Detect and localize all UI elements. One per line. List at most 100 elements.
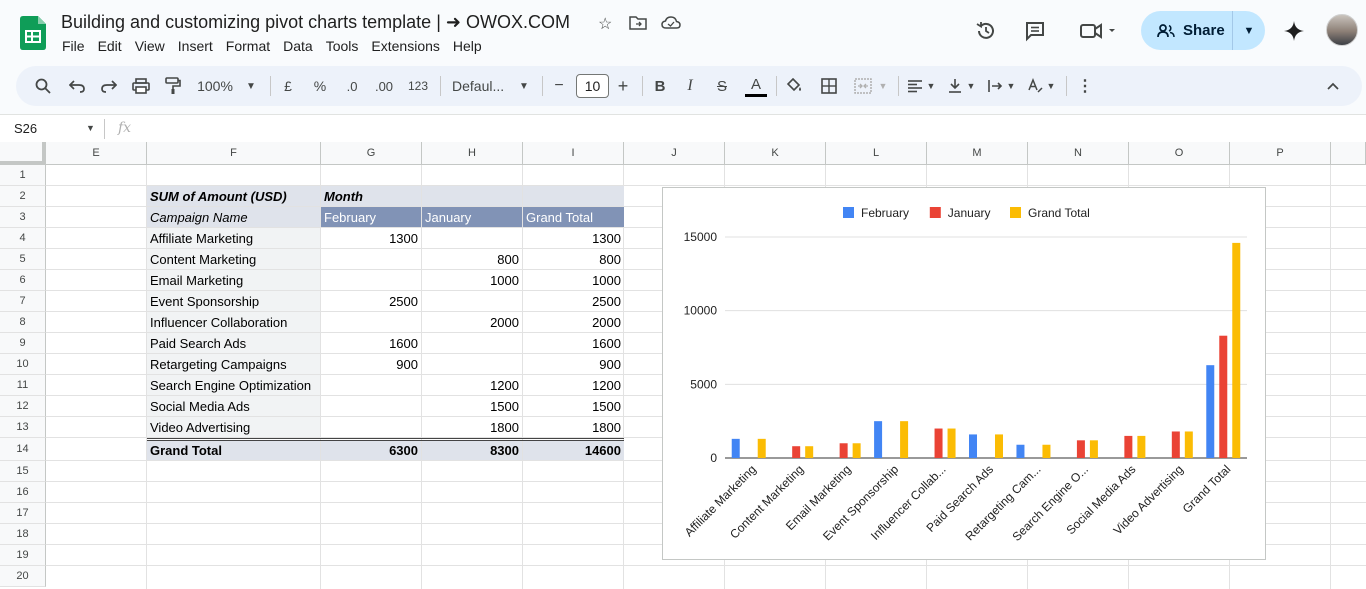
menu-extensions[interactable]: Extensions (371, 38, 445, 54)
pivot-cell-february[interactable]: 1600 (321, 333, 421, 353)
menu-insert[interactable]: Insert (178, 38, 219, 54)
pivot-cell-february[interactable]: 1300 (321, 228, 421, 248)
menu-file[interactable]: File (62, 38, 91, 54)
pivot-cell-total[interactable]: 2500 (523, 291, 624, 311)
column-header-f[interactable]: F (147, 142, 321, 165)
pivot-cell-total[interactable]: 800 (523, 249, 624, 269)
pivot-grand-total-february[interactable]: 6300 (321, 441, 421, 460)
row-header[interactable]: 11 (0, 375, 46, 396)
pivot-cell-january[interactable] (422, 354, 522, 374)
gemini-icon[interactable] (1281, 18, 1307, 44)
decrease-decimal-button[interactable]: .0 (340, 66, 364, 106)
increase-font-size-button[interactable]: + (614, 66, 632, 106)
paint-format-icon[interactable] (162, 66, 184, 106)
pivot-cell-january[interactable]: 1800 (422, 417, 522, 437)
menu-tools[interactable]: Tools (326, 38, 365, 54)
pivot-row-label[interactable]: Retargeting Campaigns (147, 354, 320, 374)
row-header[interactable]: 9 (0, 333, 46, 354)
column-header-p[interactable]: P (1230, 142, 1331, 165)
pivot-col-header-grand-total[interactable]: Grand Total (523, 207, 624, 227)
pivot-cell-february[interactable]: 2500 (321, 291, 421, 311)
cloud-status-icon[interactable] (661, 15, 681, 36)
pivot-row-label[interactable]: Search Engine Optimization (147, 375, 320, 395)
sheets-logo-icon[interactable] (20, 16, 46, 50)
pivot-row-label[interactable]: Video Advertising (147, 417, 320, 437)
row-header[interactable]: 12 (0, 396, 46, 417)
menu-view[interactable]: View (135, 38, 171, 54)
row-header[interactable]: 17 (0, 503, 46, 524)
pivot-cell-total[interactable]: 1600 (523, 333, 624, 353)
pivot-row-label[interactable]: Content Marketing (147, 249, 320, 269)
merge-cells-icon[interactable] (852, 66, 874, 106)
pivot-row-label[interactable]: Influencer Collaboration (147, 312, 320, 332)
star-icon[interactable]: ☆ (598, 14, 612, 34)
pivot-cell-total[interactable]: 1800 (523, 417, 624, 437)
print-icon[interactable] (130, 66, 152, 106)
pivot-row-label[interactable]: Affiliate Marketing (147, 228, 320, 248)
text-rotation-icon[interactable] (1024, 66, 1046, 106)
pivot-cell-january[interactable] (422, 228, 522, 248)
column-header-o[interactable]: O (1129, 142, 1230, 165)
increase-decimal-button[interactable]: .00 (372, 66, 396, 106)
pivot-cell-january[interactable]: 2000 (422, 312, 522, 332)
row-header[interactable]: 4 (0, 228, 46, 249)
column-header-i[interactable]: I (523, 142, 624, 165)
pivot-cell-january[interactable]: 1500 (422, 396, 522, 416)
borders-icon[interactable] (818, 66, 840, 106)
halign-dropdown-icon[interactable]: ▼ (924, 66, 938, 106)
column-header-k[interactable]: K (725, 142, 826, 165)
collapse-toolbar-icon[interactable] (1322, 66, 1344, 106)
pivot-cell-total[interactable]: 1200 (523, 375, 624, 395)
bold-button[interactable]: B (650, 66, 670, 106)
pivot-cell-total[interactable]: 1000 (523, 270, 624, 290)
pivot-row-field[interactable]: Campaign Name (147, 207, 320, 227)
more-formats-button[interactable]: 123 (406, 66, 430, 106)
pivot-col-header-january[interactable]: January (422, 207, 522, 227)
pivot-cell-total[interactable]: 900 (523, 354, 624, 374)
menu-help[interactable]: Help (453, 38, 488, 54)
pivot-cell-january[interactable] (422, 333, 522, 353)
rotation-dropdown-icon[interactable]: ▼ (1044, 66, 1058, 106)
valign-dropdown-icon[interactable]: ▼ (964, 66, 978, 106)
select-all-corner[interactable] (0, 142, 46, 165)
pivot-header-cell[interactable] (422, 186, 522, 206)
column-header-g[interactable]: G (321, 142, 422, 165)
column-header-q[interactable] (1331, 142, 1366, 165)
row-header[interactable]: 16 (0, 482, 46, 503)
zoom-select[interactable]: 100% (194, 66, 236, 106)
merge-dropdown-icon[interactable]: ▼ (876, 66, 890, 106)
row-header[interactable]: 19 (0, 545, 46, 566)
row-header[interactable]: 14 (0, 438, 46, 461)
zoom-dropdown-icon[interactable]: ▼ (242, 66, 260, 106)
row-header[interactable]: 15 (0, 461, 46, 482)
vertical-align-icon[interactable] (944, 66, 966, 106)
avatar[interactable] (1326, 14, 1358, 46)
pivot-cell-total[interactable]: 2000 (523, 312, 624, 332)
currency-format-button[interactable]: £ (278, 66, 298, 106)
pivot-cell-february[interactable]: 900 (321, 354, 421, 374)
wrap-dropdown-icon[interactable]: ▼ (1004, 66, 1018, 106)
redo-icon[interactable] (98, 66, 120, 106)
version-history-icon[interactable] (973, 18, 999, 44)
row-header[interactable]: 20 (0, 566, 46, 587)
comments-icon[interactable] (1022, 18, 1048, 44)
pivot-cell-january[interactable]: 800 (422, 249, 522, 269)
row-header[interactable]: 13 (0, 417, 46, 438)
italic-button[interactable]: I (680, 66, 700, 106)
pivot-cell-february[interactable] (321, 270, 421, 290)
pivot-column-field[interactable]: Month (321, 186, 421, 206)
text-wrapping-icon[interactable] (984, 66, 1006, 106)
column-header-n[interactable]: N (1028, 142, 1129, 165)
pivot-cell-february[interactable] (321, 249, 421, 269)
column-header-l[interactable]: L (826, 142, 927, 165)
pivot-header-cell[interactable] (523, 186, 624, 206)
menu-edit[interactable]: Edit (98, 38, 128, 54)
menu-format[interactable]: Format (226, 38, 276, 54)
spreadsheet-grid[interactable]: E F G H I J K L M N O P 1 2 3 4 5 6 7 8 … (0, 142, 1366, 589)
font-family-select[interactable]: Defaul... (452, 66, 512, 106)
name-box[interactable]: S26 (14, 121, 37, 136)
pivot-cell-january[interactable]: 1000 (422, 270, 522, 290)
share-dropdown-icon[interactable]: ▼ (1233, 25, 1265, 37)
row-header[interactable]: 18 (0, 524, 46, 545)
pivot-cell-february[interactable] (321, 312, 421, 332)
